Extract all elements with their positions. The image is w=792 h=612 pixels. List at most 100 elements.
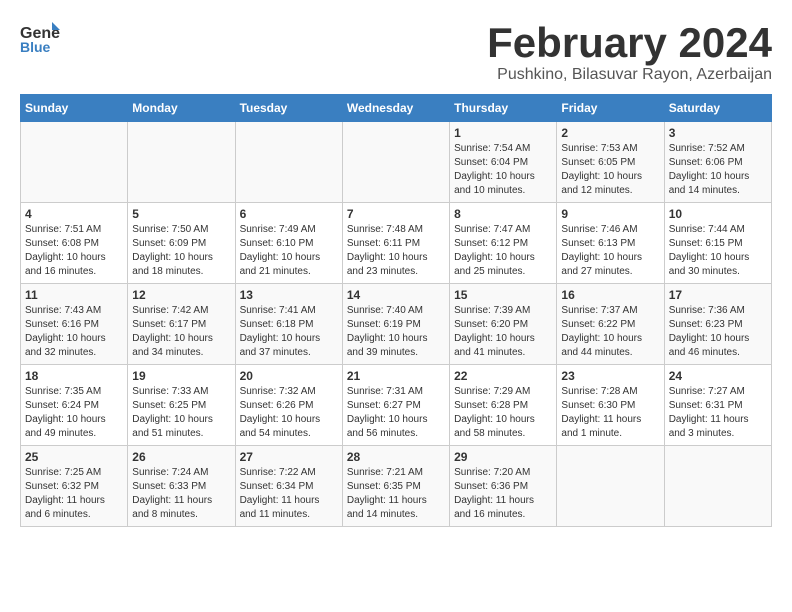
header-monday: Monday [128,95,235,122]
day-number: 4 [25,207,123,221]
day-number: 12 [132,288,230,302]
day-number: 9 [561,207,659,221]
calendar-cell: 29 Sunrise: 7:20 AM Sunset: 6:36 PM Dayli… [450,446,557,527]
calendar-week-4: 18 Sunrise: 7:35 AM Sunset: 6:24 PM Dayli… [21,365,772,446]
day-info: Sunrise: 7:32 AM Sunset: 6:26 PM Dayligh… [240,385,338,441]
day-number: 14 [347,288,445,302]
day-number: 20 [240,369,338,383]
calendar-cell: 8 Sunrise: 7:47 AM Sunset: 6:12 PM Daylig… [450,203,557,284]
calendar-cell: 23Sunrise: 7:28 AM Sunset: 6:30 PM Dayli… [557,365,664,446]
day-info: Sunrise: 7:48 AM Sunset: 6:11 PM Dayligh… [347,223,445,279]
calendar-cell: 20 Sunrise: 7:32 AM Sunset: 6:26 PM Dayli… [235,365,342,446]
day-number: 22 [454,369,552,383]
day-number: 17 [669,288,767,302]
header-thursday: Thursday [450,95,557,122]
day-info: Sunrise: 7:44 AM Sunset: 6:15 PM Dayligh… [669,223,767,279]
day-number: 18 [25,369,123,383]
calendar-cell: 6 Sunrise: 7:49 AM Sunset: 6:10 PM Daylig… [235,203,342,284]
day-info: Sunrise: 7:53 AM Sunset: 6:05 PM Dayligh… [561,142,659,198]
day-info: Sunrise: 7:37 AM Sunset: 6:22 PM Dayligh… [561,304,659,360]
day-info: Sunrise: 7:21 AM Sunset: 6:35 PM Dayligh… [347,466,445,522]
calendar-cell: 2 Sunrise: 7:53 AM Sunset: 6:05 PM Daylig… [557,122,664,203]
day-number: 27 [240,450,338,464]
day-number: 5 [132,207,230,221]
calendar-cell [128,122,235,203]
calendar-cell: 9 Sunrise: 7:46 AM Sunset: 6:13 PM Daylig… [557,203,664,284]
calendar-cell: 26Sunrise: 7:24 AM Sunset: 6:33 PM Dayli… [128,446,235,527]
day-info: Sunrise: 7:29 AM Sunset: 6:28 PM Dayligh… [454,385,552,441]
day-number: 28 [347,450,445,464]
day-number: 1 [454,126,552,140]
day-number: 7 [347,207,445,221]
day-info: Sunrise: 7:33 AM Sunset: 6:25 PM Dayligh… [132,385,230,441]
calendar-cell: 13 Sunrise: 7:41 AM Sunset: 6:18 PM Dayli… [235,284,342,365]
calendar-cell: 24 Sunrise: 7:27 AM Sunset: 6:31 PM Dayli… [664,365,771,446]
day-number: 24 [669,369,767,383]
calendar-cell: 17 Sunrise: 7:36 AM Sunset: 6:23 PM Dayli… [664,284,771,365]
day-number: 15 [454,288,552,302]
calendar-cell [235,122,342,203]
calendar-cell: 22 Sunrise: 7:29 AM Sunset: 6:28 PM Dayli… [450,365,557,446]
day-info: Sunrise: 7:50 AM Sunset: 6:09 PM Dayligh… [132,223,230,279]
day-number: 6 [240,207,338,221]
calendar-cell [557,446,664,527]
day-info: Sunrise: 7:52 AM Sunset: 6:06 PM Dayligh… [669,142,767,198]
calendar-cell: 3Sunrise: 7:52 AM Sunset: 6:06 PM Daylig… [664,122,771,203]
calendar-cell: 15 Sunrise: 7:39 AM Sunset: 6:20 PM Dayli… [450,284,557,365]
day-number: 26 [132,450,230,464]
day-number: 10 [669,207,767,221]
calendar-cell: 18 Sunrise: 7:35 AM Sunset: 6:24 PM Dayli… [21,365,128,446]
calendar-cell: 1Sunrise: 7:54 AM Sunset: 6:04 PM Daylig… [450,122,557,203]
calendar-cell [664,446,771,527]
calendar-cell: 16 Sunrise: 7:37 AM Sunset: 6:22 PM Dayli… [557,284,664,365]
calendar-cell: 5 Sunrise: 7:50 AM Sunset: 6:09 PM Daylig… [128,203,235,284]
day-info: Sunrise: 7:39 AM Sunset: 6:20 PM Dayligh… [454,304,552,360]
day-number: 11 [25,288,123,302]
day-number: 13 [240,288,338,302]
header-friday: Friday [557,95,664,122]
day-info: Sunrise: 7:49 AM Sunset: 6:10 PM Dayligh… [240,223,338,279]
svg-text:Blue: Blue [20,39,51,55]
calendar-week-1: 1Sunrise: 7:54 AM Sunset: 6:04 PM Daylig… [21,122,772,203]
calendar-cell: 4 Sunrise: 7:51 AM Sunset: 6:08 PM Daylig… [21,203,128,284]
calendar-cell: 19 Sunrise: 7:33 AM Sunset: 6:25 PM Dayli… [128,365,235,446]
title-section: February 2024 Pushkino, Bilasuvar Rayon,… [487,20,772,84]
day-number: 2 [561,126,659,140]
calendar-cell: 14 Sunrise: 7:40 AM Sunset: 6:19 PM Dayli… [342,284,449,365]
day-number: 29 [454,450,552,464]
day-number: 8 [454,207,552,221]
day-info: Sunrise: 7:31 AM Sunset: 6:27 PM Dayligh… [347,385,445,441]
day-info: Sunrise: 7:43 AM Sunset: 6:16 PM Dayligh… [25,304,123,360]
day-info: Sunrise: 7:36 AM Sunset: 6:23 PM Dayligh… [669,304,767,360]
day-number: 19 [132,369,230,383]
day-info: Sunrise: 7:51 AM Sunset: 6:08 PM Dayligh… [25,223,123,279]
day-info: Sunrise: 7:22 AM Sunset: 6:34 PM Dayligh… [240,466,338,522]
day-info: Sunrise: 7:42 AM Sunset: 6:17 PM Dayligh… [132,304,230,360]
day-number: 21 [347,369,445,383]
calendar-cell [21,122,128,203]
header-tuesday: Tuesday [235,95,342,122]
calendar-cell [342,122,449,203]
calendar-cell: 25 Sunrise: 7:25 AM Sunset: 6:32 PM Dayli… [21,446,128,527]
calendar-cell: 12 Sunrise: 7:42 AM Sunset: 6:17 PM Dayli… [128,284,235,365]
calendar-week-5: 25 Sunrise: 7:25 AM Sunset: 6:32 PM Dayli… [21,446,772,527]
day-info: Sunrise: 7:20 AM Sunset: 6:36 PM Dayligh… [454,466,552,522]
day-info: Sunrise: 7:27 AM Sunset: 6:31 PM Dayligh… [669,385,767,441]
calendar-title: February 2024 [487,20,772,66]
day-info: Sunrise: 7:47 AM Sunset: 6:12 PM Dayligh… [454,223,552,279]
page-header: General Blue February 2024 Pushkino, Bil… [20,20,772,84]
day-info: Sunrise: 7:46 AM Sunset: 6:13 PM Dayligh… [561,223,659,279]
day-info: Sunrise: 7:25 AM Sunset: 6:32 PM Dayligh… [25,466,123,522]
day-number: 23 [561,369,659,383]
day-number: 16 [561,288,659,302]
header-wednesday: Wednesday [342,95,449,122]
calendar-cell: 21 Sunrise: 7:31 AM Sunset: 6:27 PM Dayli… [342,365,449,446]
day-number: 25 [25,450,123,464]
calendar-week-2: 4 Sunrise: 7:51 AM Sunset: 6:08 PM Daylig… [21,203,772,284]
calendar-cell: 7 Sunrise: 7:48 AM Sunset: 6:11 PM Daylig… [342,203,449,284]
day-info: Sunrise: 7:40 AM Sunset: 6:19 PM Dayligh… [347,304,445,360]
logo-icon: General Blue [20,20,60,56]
logo: General Blue [20,20,60,56]
day-info: Sunrise: 7:35 AM Sunset: 6:24 PM Dayligh… [25,385,123,441]
day-info: Sunrise: 7:41 AM Sunset: 6:18 PM Dayligh… [240,304,338,360]
